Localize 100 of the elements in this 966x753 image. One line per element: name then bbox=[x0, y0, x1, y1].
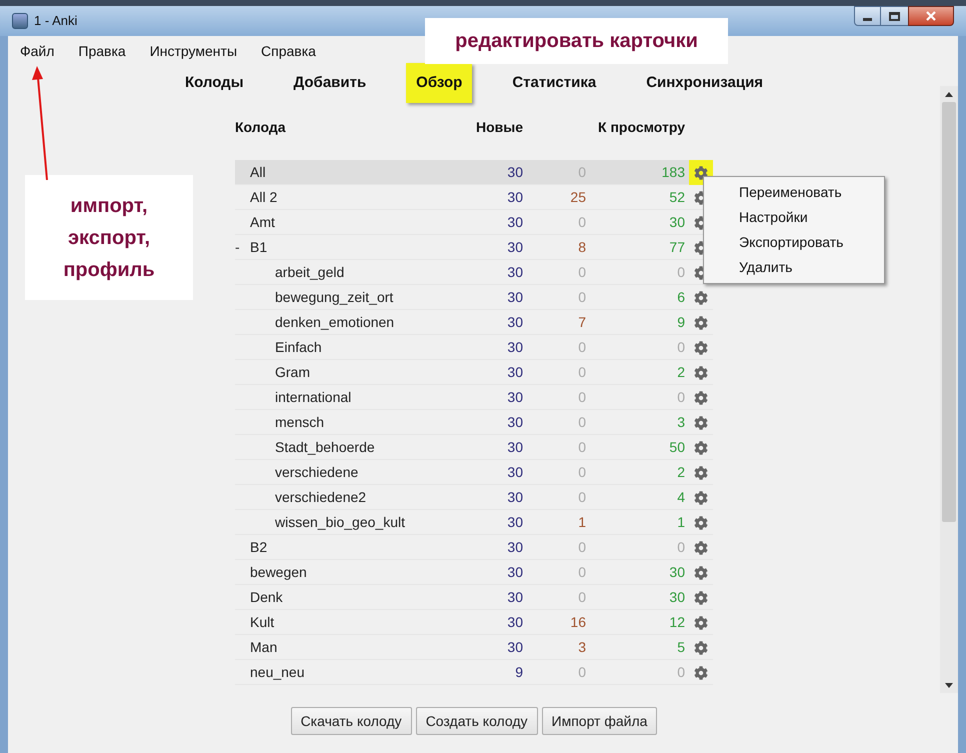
new-count: 30 bbox=[506, 588, 523, 607]
collapse-toggle[interactable]: - bbox=[235, 237, 250, 258]
menu-item[interactable]: Файл bbox=[20, 40, 54, 62]
action-button[interactable]: Скачать колоду bbox=[290, 707, 412, 735]
deck-row[interactable]: denken_emotionen 30 7 9 bbox=[235, 310, 713, 335]
deck-name[interactable]: B1 bbox=[250, 237, 268, 258]
new-count: 30 bbox=[506, 438, 523, 457]
deck-name[interactable]: bewegung_zeit_ort bbox=[275, 287, 394, 308]
new-count: 30 bbox=[506, 513, 523, 532]
deck-row[interactable]: verschiedene2 30 0 4 bbox=[235, 485, 713, 510]
column-header: Новые bbox=[476, 118, 523, 136]
review-count: 3 bbox=[676, 413, 685, 432]
new-count: 9 bbox=[514, 663, 523, 682]
review-count: 9 bbox=[676, 313, 685, 332]
minimize-icon bbox=[863, 18, 872, 21]
new-count: 30 bbox=[506, 388, 523, 407]
review-count: 5 bbox=[676, 638, 685, 657]
deck-row[interactable]: Stadt_behoerde 30 0 50 bbox=[235, 435, 713, 460]
menu-item[interactable]: Правка bbox=[78, 40, 126, 62]
review-count: 0 bbox=[676, 338, 685, 357]
learn-count: 0 bbox=[577, 538, 586, 557]
deck-name[interactable]: arbeit_geld bbox=[275, 262, 344, 283]
review-count: 0 bbox=[676, 538, 685, 557]
deck-name[interactable]: neu_neu bbox=[250, 662, 305, 683]
deck-name[interactable]: international bbox=[275, 387, 352, 408]
learn-count: 0 bbox=[577, 338, 586, 357]
review-count: 52 bbox=[668, 188, 685, 207]
maximize-icon bbox=[889, 12, 900, 20]
deck-name[interactable]: B2 bbox=[250, 537, 268, 558]
new-count: 30 bbox=[506, 313, 523, 332]
deck-name[interactable]: Man bbox=[250, 637, 278, 658]
deck-row[interactable]: mensch 30 0 3 bbox=[235, 410, 713, 435]
new-count: 30 bbox=[506, 488, 523, 507]
nav-tab[interactable]: Статистика bbox=[502, 62, 606, 104]
learn-count: 1 bbox=[577, 513, 586, 532]
deck-name[interactable]: Einfach bbox=[275, 337, 322, 358]
deck-name[interactable]: All 2 bbox=[250, 187, 278, 208]
deck-row[interactable]: Einfach 30 0 0 bbox=[235, 335, 713, 360]
close-button[interactable] bbox=[908, 6, 954, 26]
scroll-up-icon[interactable] bbox=[945, 92, 953, 96]
new-count: 30 bbox=[506, 263, 523, 282]
deck-name[interactable]: verschiedene2 bbox=[275, 487, 366, 508]
new-count: 30 bbox=[506, 288, 523, 307]
nav-tab[interactable]: Обзор bbox=[406, 62, 472, 104]
deck-name[interactable]: Kult bbox=[250, 612, 274, 633]
review-count: 4 bbox=[676, 488, 685, 507]
deck-name[interactable]: Denk bbox=[250, 587, 283, 608]
minimize-button[interactable] bbox=[854, 6, 881, 26]
nav-tab[interactable]: Добавить bbox=[284, 62, 376, 104]
deck-row[interactable]: B2 30 0 0 bbox=[235, 535, 713, 560]
learn-count: 0 bbox=[577, 488, 586, 507]
menu-item[interactable]: Инструменты bbox=[150, 40, 238, 62]
learn-count: 0 bbox=[577, 663, 586, 682]
review-count: 77 bbox=[668, 238, 685, 257]
deck-name[interactable]: Stadt_behoerde bbox=[275, 437, 375, 458]
learn-count: 3 bbox=[577, 638, 586, 657]
deck-name[interactable]: Amt bbox=[250, 212, 275, 233]
deck-name[interactable]: bewegen bbox=[250, 562, 307, 583]
deck-row[interactable]: neu_neu 9 0 0 bbox=[235, 660, 713, 685]
deck-row[interactable]: international 30 0 0 bbox=[235, 385, 713, 410]
deck-name[interactable]: Gram bbox=[275, 362, 310, 383]
review-count: 2 bbox=[676, 363, 685, 382]
action-button[interactable]: Создать колоду bbox=[416, 707, 538, 735]
deck-row[interactable]: Gram 30 0 2 bbox=[235, 360, 713, 385]
learn-count: 25 bbox=[569, 188, 586, 207]
learn-count: 0 bbox=[577, 438, 586, 457]
deck-row[interactable]: bewegen 30 0 30 bbox=[235, 560, 713, 585]
learn-count: 0 bbox=[577, 213, 586, 232]
new-count: 30 bbox=[506, 413, 523, 432]
review-count: 0 bbox=[676, 663, 685, 682]
learn-count: 0 bbox=[577, 588, 586, 607]
scrollbar-thumb[interactable] bbox=[942, 102, 956, 522]
deck-row[interactable]: verschiedene 30 0 2 bbox=[235, 460, 713, 485]
maximize-button[interactable] bbox=[881, 6, 908, 26]
learn-count: 0 bbox=[577, 463, 586, 482]
nav-tab[interactable]: Колоды bbox=[174, 62, 254, 104]
new-count: 30 bbox=[506, 363, 523, 382]
deck-name[interactable]: mensch bbox=[275, 412, 324, 433]
scrollbar[interactable] bbox=[940, 86, 958, 693]
review-count: 0 bbox=[676, 263, 685, 282]
deck-row[interactable]: bewegung_zeit_ort 30 0 6 bbox=[235, 285, 713, 310]
deck-row[interactable]: Denk 30 0 30 bbox=[235, 585, 713, 610]
review-count: 183 bbox=[660, 163, 685, 182]
deck-row[interactable]: Kult 30 16 12 bbox=[235, 610, 713, 635]
column-header: Колода bbox=[235, 118, 287, 137]
deck-row[interactable]: wissen_bio_geo_kult 30 1 1 bbox=[235, 510, 713, 535]
new-count: 30 bbox=[506, 538, 523, 557]
learn-count: 0 bbox=[577, 263, 586, 282]
deck-row[interactable]: Man 30 3 5 bbox=[235, 635, 713, 660]
review-count: 6 bbox=[676, 288, 685, 307]
deck-name[interactable]: wissen_bio_geo_kult bbox=[275, 512, 405, 533]
deck-name[interactable]: All bbox=[250, 162, 266, 183]
nav-tab[interactable]: Синхронизация bbox=[636, 62, 774, 104]
action-button[interactable]: Импорт файла bbox=[542, 707, 658, 735]
learn-count: 0 bbox=[577, 563, 586, 582]
annotation-callout: редактировать карточки bbox=[425, 18, 728, 64]
deck-name[interactable]: verschiedene bbox=[275, 462, 358, 483]
scroll-down-icon[interactable] bbox=[945, 682, 953, 688]
deck-name[interactable]: denken_emotionen bbox=[275, 312, 394, 333]
menu-item[interactable]: Справка bbox=[261, 40, 316, 62]
